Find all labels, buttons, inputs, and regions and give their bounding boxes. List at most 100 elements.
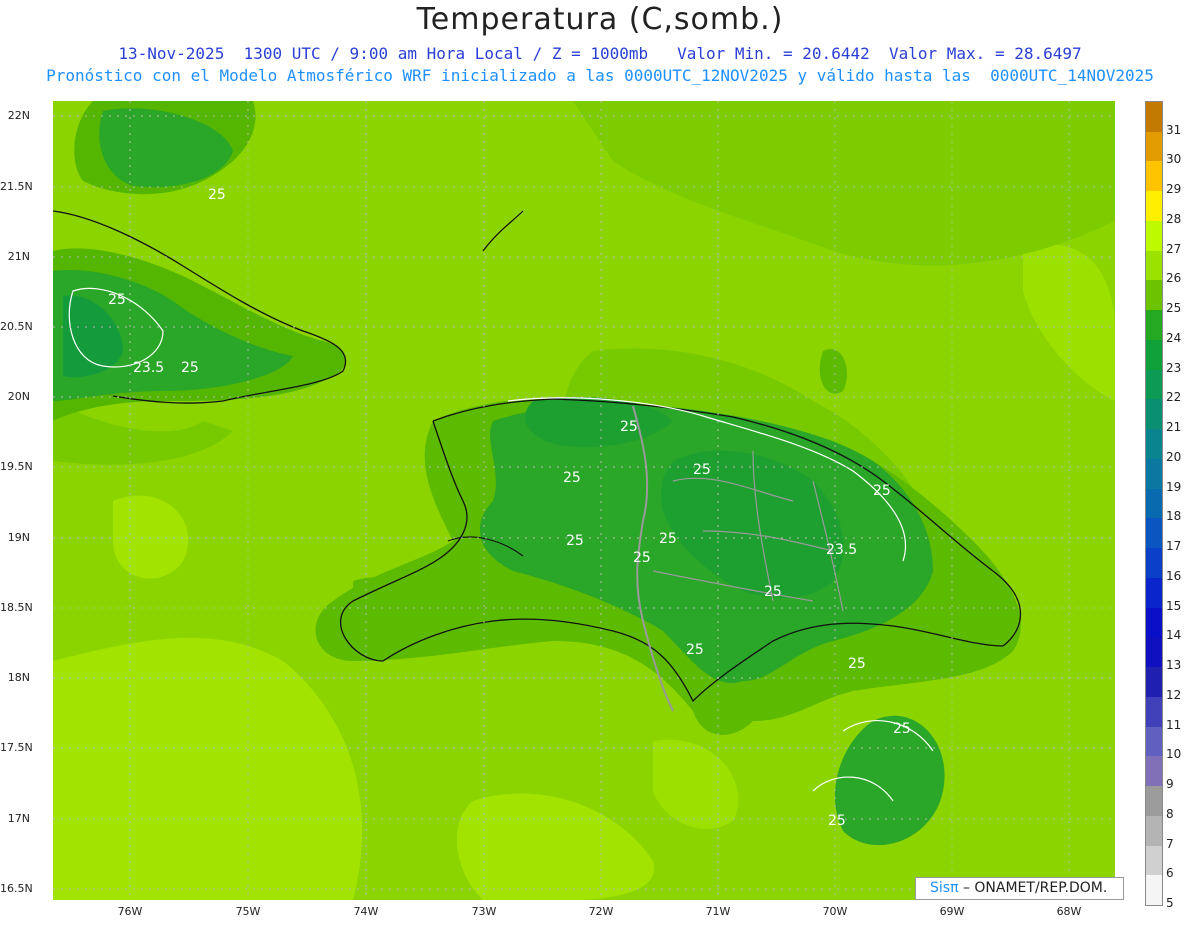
lat-label: 16.5N [0,882,33,895]
colorbar-label: 16 [1166,568,1182,583]
colorbar-segment [1146,488,1162,519]
credit-text: – ONAMET/REP.DOM. [962,880,1108,896]
lon-label: 72W [588,905,614,918]
colorbar-segment [1146,637,1162,668]
lon-label: 76W [117,905,143,918]
colorbar-segment [1146,577,1162,608]
colorbar-label: 26 [1166,271,1182,286]
lat-label: 20N [7,390,30,403]
credit-box: Sisπ – ONAMET/REP.DOM. [915,877,1124,900]
colorbar-label: 27 [1166,241,1182,256]
colorbar-segment [1146,131,1162,162]
contour-label: 23.5 [133,360,164,376]
colorbar-segment [1146,399,1162,430]
colorbar-label: 8 [1166,806,1174,821]
colorbar-segment [1146,161,1162,192]
colorbar-label: 14 [1166,628,1182,643]
colorbar-label: 25 [1166,301,1182,316]
colorbar-segment [1146,458,1162,489]
colorbar-label: 24 [1166,330,1182,345]
lon-label: 70W [822,905,848,918]
colorbar-segment [1146,696,1162,727]
lat-label: 18.5N [0,601,33,614]
lat-label: 21.5N [0,180,33,193]
colorbar-label: 5 [1166,896,1174,910]
colorbar-segment [1146,220,1162,251]
colorbar-label: 31 [1166,122,1182,137]
colorbar-label: 21 [1166,420,1182,435]
colorbar-label: 18 [1166,509,1182,524]
lat-label: 17N [7,812,30,825]
colorbar-label: 19 [1166,479,1182,494]
colorbar-label: 23 [1166,360,1182,375]
colorbar [1145,101,1163,906]
lon-label: 73W [471,905,497,918]
contour-label: 25 [848,656,866,672]
temperature-field: 25 25 23.5 25 25 25 25 25 25 25 23.5 25 … [53,101,1115,900]
colorbar-label: 6 [1166,866,1174,881]
colorbar-label: 7 [1166,836,1174,851]
lon-label: 75W [235,905,261,918]
colorbar-segment [1146,102,1162,132]
colorbar-segment [1146,756,1162,787]
contour-label: 25 [620,419,638,435]
colorbar-label: 22 [1166,390,1182,405]
valid-time-line: 13-Nov-2025 1300 UTC / 9:00 am Hora Loca… [118,44,1082,63]
colorbar-segment [1146,250,1162,281]
colorbar-segment [1146,548,1162,579]
colorbar-segment [1146,815,1162,846]
contour-label: 23.5 [826,542,857,558]
model-info-line: Pronóstico con el Modelo Atmosférico WRF… [46,66,1154,85]
colorbar-segment [1146,845,1162,876]
colorbar-segment [1146,191,1162,222]
colorbar-label: 29 [1166,182,1182,197]
contour-label: 25 [563,470,581,486]
lon-label: 74W [353,905,379,918]
lat-label: 20.5N [0,320,33,333]
contour-label: 25 [108,292,126,308]
lon-label: 71W [705,905,731,918]
lat-label: 21N [7,250,30,263]
colorbar-segment [1146,607,1162,638]
colorbar-label: 28 [1166,211,1182,226]
contour-label: 25 [181,360,199,376]
lat-label: 17.5N [0,741,33,754]
lon-label: 68W [1056,905,1082,918]
colorbar-segment [1146,667,1162,698]
lat-label: 18N [7,671,30,684]
colorbar-segment [1146,518,1162,549]
colorbar-label: 12 [1166,687,1182,702]
colorbar-label: 15 [1166,598,1182,613]
lat-label: 19N [7,531,30,544]
colorbar-label: 11 [1166,717,1182,732]
colorbar-segment [1146,786,1162,817]
contour-label: 25 [208,187,226,203]
colorbar-segment [1146,369,1162,400]
contour-label: 25 [686,642,704,658]
colorbar-segment [1146,726,1162,757]
colorbar-segment [1146,339,1162,370]
contour-label: 25 [764,584,782,600]
colorbar-label: 10 [1166,747,1182,762]
lat-label: 19.5N [0,460,33,473]
temperature-map: 25 25 23.5 25 25 25 25 25 25 25 23.5 25 … [53,101,1115,900]
colorbar-segment [1146,875,1162,906]
colorbar-label: 30 [1166,152,1182,167]
contour-label: 25 [873,483,891,499]
colorbar-label: 17 [1166,539,1182,554]
contour-label: 25 [659,531,677,547]
sispi-logo: Sisπ [930,880,959,896]
contour-label: 25 [893,721,911,737]
lon-label: 69W [939,905,965,918]
colorbar-segment [1146,280,1162,311]
colorbar-segment [1146,310,1162,341]
colorbar-label: 20 [1166,449,1182,464]
colorbar-label: 9 [1166,777,1174,792]
map-title: Temperatura (C,somb.) [416,2,784,37]
lat-label: 22N [7,109,30,122]
contour-label: 25 [633,550,651,566]
contour-label: 25 [566,533,584,549]
colorbar-segment [1146,429,1162,460]
colorbar-label: 13 [1166,658,1182,673]
contour-label: 25 [693,462,711,478]
